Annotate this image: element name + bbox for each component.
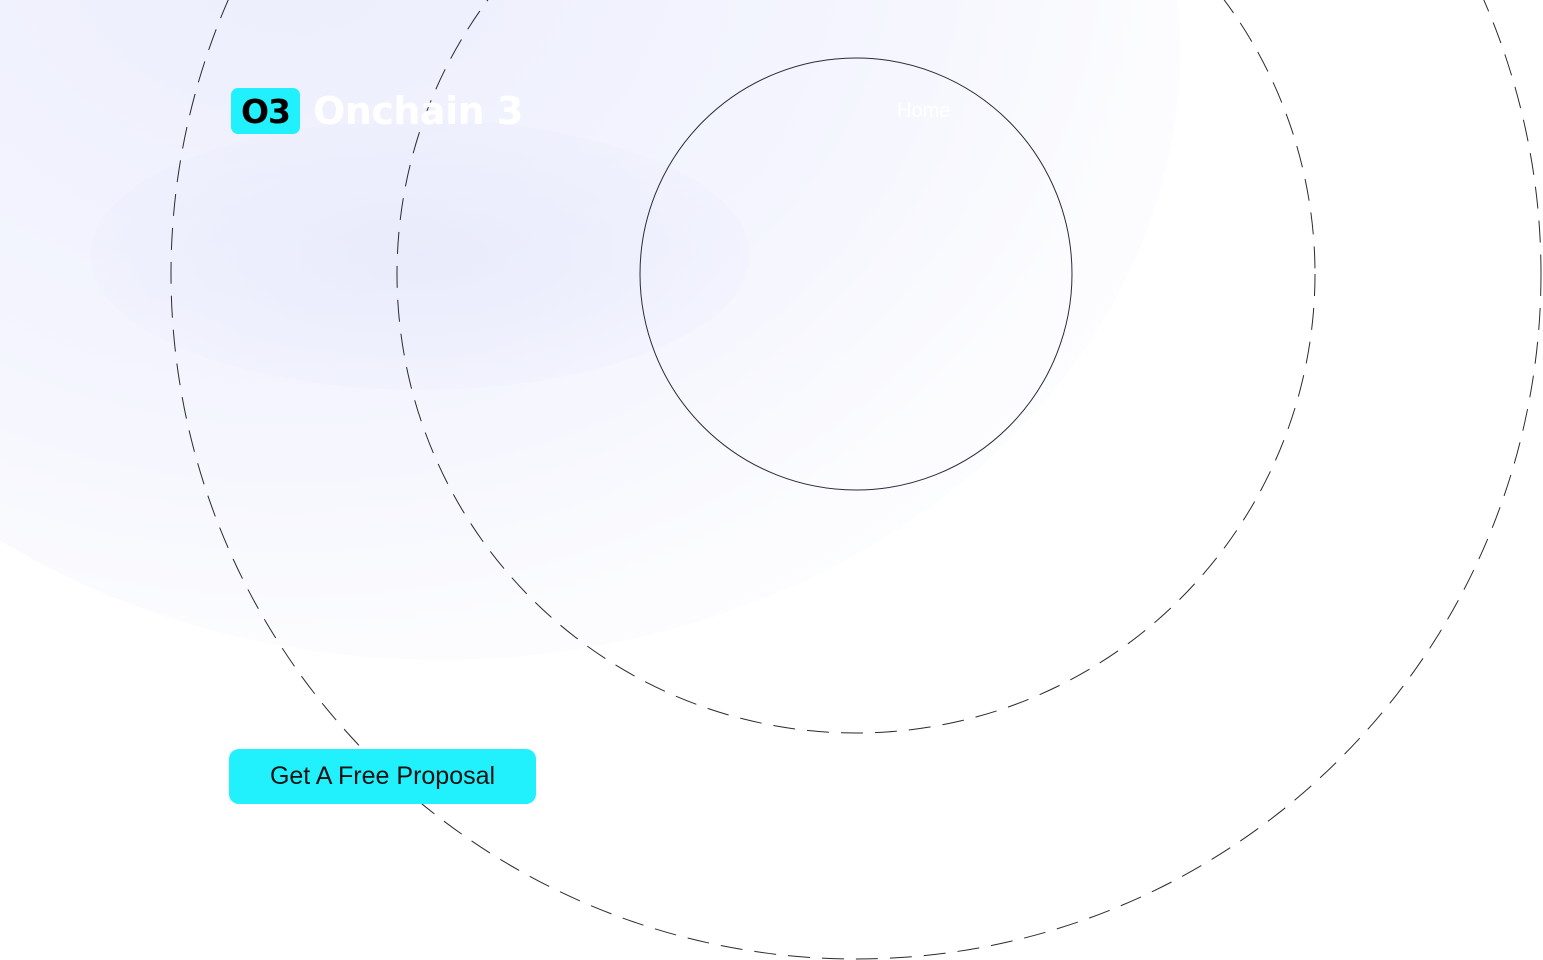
brand-name: Onchain 3 — [313, 89, 523, 133]
page: O3 Onchain 3 Home Get A Free Proposal — [0, 0, 1543, 960]
outer-dashed-ring — [170, 0, 1542, 960]
middle-dashed-ring — [396, 0, 1316, 734]
inner-solid-ring — [639, 57, 1073, 491]
brand-logo[interactable]: O3 Onchain 3 — [231, 88, 523, 134]
decorative-rings — [170, 0, 1542, 960]
get-free-proposal-button[interactable]: Get A Free Proposal — [229, 749, 536, 804]
logo-badge: O3 — [231, 88, 300, 134]
nav-link-home[interactable]: Home — [897, 100, 950, 123]
